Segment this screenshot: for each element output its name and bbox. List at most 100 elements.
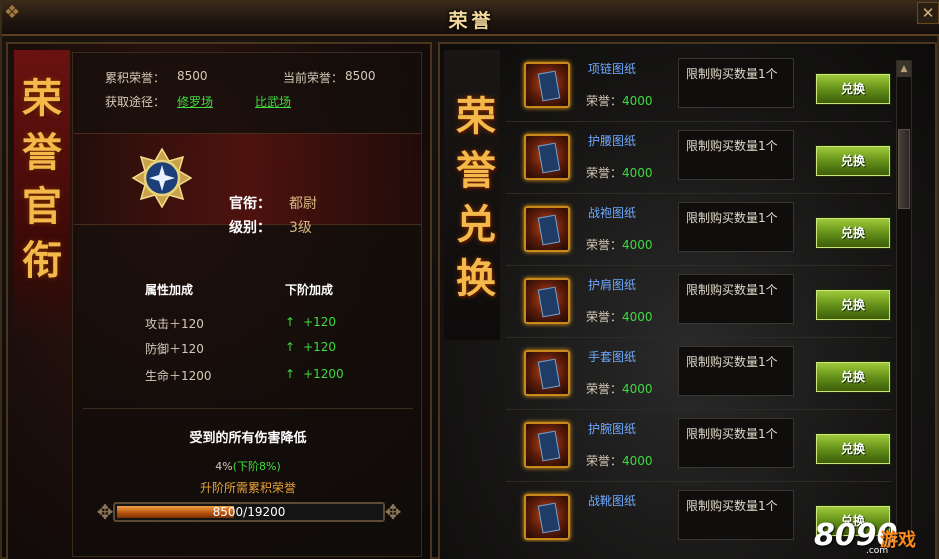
blueprint-icon[interactable] xyxy=(524,278,570,324)
up-arrow-icon: ↑ xyxy=(285,340,296,354)
cost-value: 4000 xyxy=(622,382,653,396)
exchange-button[interactable]: 兑换 xyxy=(815,145,891,177)
next-defense: ↑ +120 xyxy=(285,340,336,354)
attr-attack: 攻击＋120 xyxy=(145,317,204,331)
blueprint-icon[interactable] xyxy=(524,422,570,468)
attr-defense: 防御＋120 xyxy=(145,342,204,356)
exchange-list: 项链图纸 荣誉：4000 限制购买数量1个 兑换 护腰图纸 荣誉：4000 限制… xyxy=(506,52,892,542)
rank-level-label: 级别： xyxy=(229,220,271,236)
cost-value: 4000 xyxy=(622,94,653,108)
list-item: 战袍图纸 荣誉：4000 限制购买数量1个 兑换 xyxy=(506,196,892,266)
damage-reduction-title: 受到的所有伤害降低 xyxy=(189,431,307,446)
cost-value: 4000 xyxy=(622,238,653,252)
blueprint-icon[interactable] xyxy=(524,494,570,540)
source-label: 获取途径： xyxy=(105,95,166,109)
limit-text: 限制购买数量1个 xyxy=(678,202,794,252)
exchange-banner: 荣誉兑换 xyxy=(444,50,500,340)
next-attack-value: +120 xyxy=(303,315,337,329)
site-watermark: 8090 游戏 .com xyxy=(814,514,938,558)
exchange-banner-text: 荣誉兑换 xyxy=(456,93,496,302)
attr-life: 生命＋1200 xyxy=(145,369,212,383)
progress-text: 8500/19200 xyxy=(212,505,286,519)
source-link-arena[interactable]: 比武场 xyxy=(255,93,291,110)
scroll-up-icon[interactable]: ▲ xyxy=(897,61,911,77)
item-name[interactable]: 护肩图纸 xyxy=(588,276,636,293)
list-scrollbar[interactable]: ▲ xyxy=(896,60,912,540)
honor-progress-bar: ✥ 8500/19200 ✥ xyxy=(93,499,405,525)
limit-text: 限制购买数量1个 xyxy=(678,58,794,108)
attr-header: 属性加成 xyxy=(145,283,194,297)
honor-window: ❖ 荣誉 ✕ 荣誉官衔 累积荣誉： 8500 当前荣誉： 8500 获取途径： … xyxy=(0,0,939,559)
list-item: 项链图纸 荣誉：4000 限制购买数量1个 兑换 xyxy=(506,52,892,122)
limit-text: 限制购买数量1个 xyxy=(678,418,794,468)
damage-next: (下阶8%) xyxy=(232,460,281,473)
cost-value: 4000 xyxy=(622,454,653,468)
rank-banner-text: 荣誉官衔 xyxy=(22,75,62,284)
exchange-button[interactable]: 兑换 xyxy=(815,433,891,465)
next-life-value: +1200 xyxy=(303,367,344,381)
current-honor-value: 8500 xyxy=(345,69,376,83)
item-cost: 荣誉：4000 xyxy=(586,164,653,181)
blueprint-icon[interactable] xyxy=(524,350,570,396)
blueprint-icon[interactable] xyxy=(524,62,570,108)
item-name[interactable]: 战袍图纸 xyxy=(588,204,636,221)
exchange-panel: 荣誉兑换 项链图纸 荣誉：4000 限制购买数量1个 兑换 护腰图纸 荣誉：40… xyxy=(438,42,937,559)
watermark-site: .com xyxy=(866,546,889,556)
total-honor-value: 8500 xyxy=(177,69,208,83)
cost-label: 荣誉： xyxy=(586,454,623,468)
up-arrow-icon: ↑ xyxy=(285,315,296,329)
next-header: 下阶加成 xyxy=(285,283,334,297)
cost-label: 荣誉： xyxy=(586,310,623,324)
damage-reduction-value: 4%(下阶8%) xyxy=(73,458,423,474)
next-attack: ↑ +120 xyxy=(285,315,336,329)
item-name[interactable]: 护腕图纸 xyxy=(588,420,636,437)
limit-text: 限制购买数量1个 xyxy=(678,490,794,540)
cost-value: 4000 xyxy=(622,310,653,324)
total-honor-label: 累积荣誉： xyxy=(105,71,166,85)
list-item: 手套图纸 荣誉：4000 限制购买数量1个 兑换 xyxy=(506,340,892,410)
cost-value: 4000 xyxy=(622,166,653,180)
cost-label: 荣誉： xyxy=(586,166,623,180)
blueprint-icon[interactable] xyxy=(524,134,570,180)
rank-panel: 荣誉官衔 累积荣誉： 8500 当前荣誉： 8500 获取途径： 修罗场 比武场… xyxy=(6,42,432,559)
progress-frame: 8500/19200 xyxy=(113,502,385,522)
up-arrow-icon: ↑ xyxy=(285,367,296,381)
current-honor-label: 当前荣誉： xyxy=(283,71,344,85)
progress-cap-right-icon: ✥ xyxy=(384,500,402,524)
item-cost: 荣誉：4000 xyxy=(586,236,653,253)
item-name[interactable]: 项链图纸 xyxy=(588,60,636,77)
list-item: 护腕图纸 荣誉：4000 限制购买数量1个 兑换 xyxy=(506,412,892,482)
blueprint-icon[interactable] xyxy=(524,206,570,252)
source-link-shura[interactable]: 修罗场 xyxy=(177,93,213,110)
list-item: 护肩图纸 荣誉：4000 限制购买数量1个 兑换 xyxy=(506,268,892,338)
rank-level-value: 3级 xyxy=(289,220,312,236)
window-title: 荣誉 xyxy=(448,10,495,32)
next-defense-value: +120 xyxy=(303,340,337,354)
item-cost: 荣誉：4000 xyxy=(586,308,653,325)
title-bar: ❖ 荣誉 ✕ xyxy=(2,2,939,36)
damage-current: 4% xyxy=(215,460,233,473)
upgrade-tip: 升阶所需累积荣誉 xyxy=(199,481,296,495)
rank-medal-icon xyxy=(131,147,193,209)
scroll-thumb[interactable] xyxy=(898,129,910,209)
next-life: ↑ +1200 xyxy=(285,367,344,381)
rank-info: 累积荣誉： 8500 当前荣誉： 8500 获取途径： 修罗场 比武场 官衔： … xyxy=(72,52,422,557)
item-cost: 荣誉：4000 xyxy=(586,380,653,397)
exchange-button[interactable]: 兑换 xyxy=(815,361,891,393)
cost-label: 荣誉： xyxy=(586,382,623,396)
rank-title-value: 都尉 xyxy=(289,196,317,212)
item-name[interactable]: 战靴图纸 xyxy=(588,492,636,509)
limit-text: 限制购买数量1个 xyxy=(678,130,794,180)
exchange-button[interactable]: 兑换 xyxy=(815,289,891,321)
item-name[interactable]: 手套图纸 xyxy=(588,348,636,365)
list-item: 护腰图纸 荣誉：4000 限制购买数量1个 兑换 xyxy=(506,124,892,194)
cost-label: 荣誉： xyxy=(586,238,623,252)
cost-label: 荣誉： xyxy=(586,94,623,108)
close-button[interactable]: ✕ xyxy=(917,2,939,24)
item-cost: 荣誉：4000 xyxy=(586,452,653,469)
exchange-button[interactable]: 兑换 xyxy=(815,217,891,249)
exchange-button[interactable]: 兑换 xyxy=(815,73,891,105)
item-name[interactable]: 护腰图纸 xyxy=(588,132,636,149)
rank-title-label: 官衔： xyxy=(229,196,271,212)
limit-text: 限制购买数量1个 xyxy=(678,274,794,324)
